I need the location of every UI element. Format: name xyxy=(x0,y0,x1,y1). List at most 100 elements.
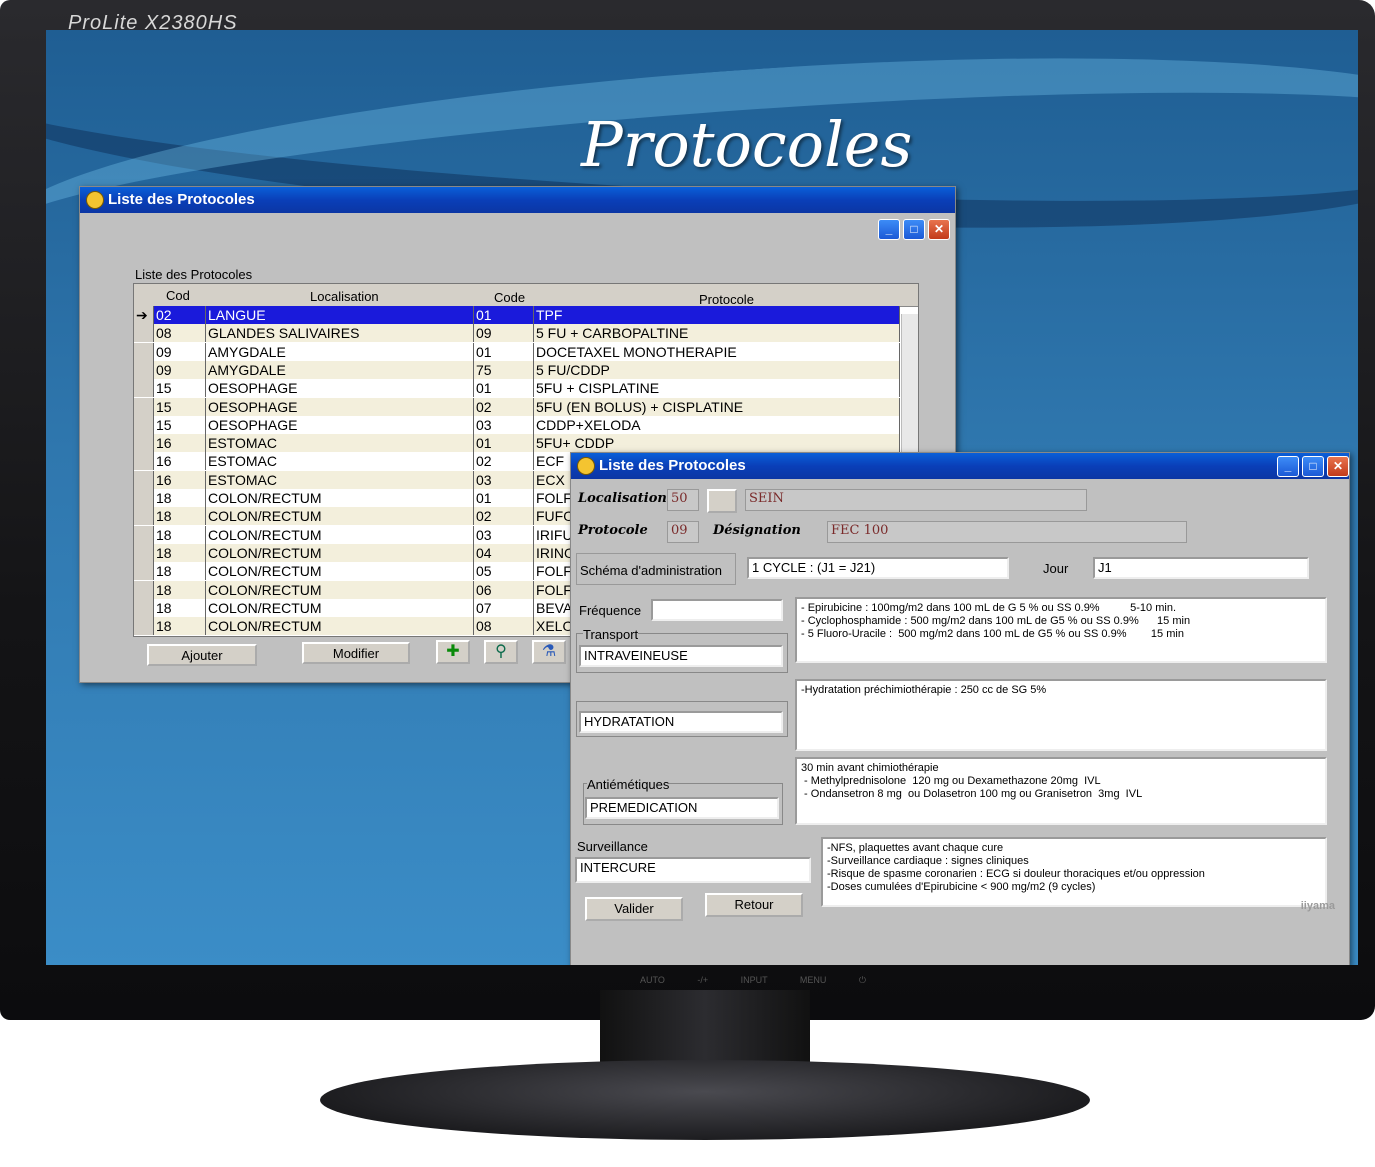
table-cell-code: 15 xyxy=(154,379,206,398)
drugs-memo[interactable]: - Epirubicine : 100mg/m2 dans 100 mL de … xyxy=(795,597,1327,663)
row-indicator xyxy=(134,507,154,526)
table-cell-protocole: 5FU+ CDDP xyxy=(534,434,900,453)
jour-input[interactable]: J1 xyxy=(1093,557,1309,579)
maximize-button[interactable]: □ xyxy=(1302,456,1324,477)
row-indicator-icon: ➔ xyxy=(134,306,154,324)
monitor-stand xyxy=(320,1060,1090,1140)
surveillance-input[interactable]: INTERCURE xyxy=(575,857,811,883)
table-cell-protocole: CDDP+XELODA xyxy=(534,415,900,434)
table-cell-code2: 07 xyxy=(474,598,534,617)
detail-window-titlebar[interactable]: Liste des Protocoles _ □ ✕ xyxy=(571,453,1349,479)
table-cell-code2: 01 xyxy=(474,434,534,453)
table-cell-code: 18 xyxy=(154,543,206,562)
table-cell-code: 15 xyxy=(154,397,206,416)
table-cell-code2: 06 xyxy=(474,580,534,599)
close-button[interactable]: ✕ xyxy=(928,219,950,240)
table-cell-localisation: COLON/RECTUM xyxy=(206,525,474,544)
back-button[interactable]: Retour xyxy=(705,893,803,917)
row-indicator xyxy=(134,489,154,507)
add-button[interactable]: Ajouter xyxy=(147,644,257,666)
validate-button[interactable]: Valider xyxy=(585,897,683,921)
table-cell-localisation: COLON/RECTUM xyxy=(206,580,474,599)
table-cell-code: 09 xyxy=(154,342,206,361)
protocole-label: Protocole xyxy=(578,523,648,538)
monitor-vendor: iiyama xyxy=(1300,900,1335,912)
table-cell-code2: 03 xyxy=(474,525,534,544)
maximize-button[interactable]: □ xyxy=(903,219,925,240)
table-cell-code: 08 xyxy=(154,324,206,343)
table-cell-code2: 75 xyxy=(474,360,534,379)
table-row[interactable]: 15 OESOPHAGE 01 5FU + CISPLATINE xyxy=(134,379,900,398)
table-row[interactable]: 09 AMYGDALE 75 5 FU/CDDP xyxy=(134,360,900,379)
table-cell-code: 18 xyxy=(154,617,206,636)
schema-input[interactable]: 1 CYCLE : (J1 = J21) xyxy=(747,557,1009,579)
table-cell-code: 16 xyxy=(154,452,206,471)
minimize-button[interactable]: _ xyxy=(1277,456,1299,477)
list-window-titlebar[interactable]: Liste des Protocoles xyxy=(80,187,955,213)
table-cell-localisation: ESTOMAC xyxy=(206,452,474,471)
table-cell-localisation: COLON/RECTUM xyxy=(206,598,474,617)
row-indicator xyxy=(134,598,154,617)
table-cell-code2: 08 xyxy=(474,617,534,636)
list-group-label: Liste des Protocoles xyxy=(135,267,253,282)
table-row[interactable]: ➔ 02 LANGUE 01 TPF xyxy=(134,306,900,324)
minimize-button[interactable]: _ xyxy=(878,219,900,240)
jour-label: Jour xyxy=(1043,561,1069,576)
table-row[interactable]: 15 OESOPHAGE 02 5FU (EN BOLUS) + CISPLATINE xyxy=(134,397,900,416)
table-row[interactable]: 09 AMYGDALE 01 DOCETAXEL MONOTHERAPIE xyxy=(134,342,900,361)
table-cell-code: 15 xyxy=(154,415,206,434)
table-row[interactable]: 08 GLANDES SALIVAIRES 09 5 FU + CARBOPALTIN… xyxy=(134,324,900,343)
table-cell-localisation: COLON/RECTUM xyxy=(206,562,474,581)
frequence-input[interactable] xyxy=(651,599,783,621)
antiemetiques-label: Antiémétiques xyxy=(587,777,670,792)
surveillance-memo[interactable]: -NFS, plaquettes avant chaque cure -Surv… xyxy=(821,837,1327,907)
row-indicator xyxy=(134,562,154,581)
transport-input[interactable]: INTRAVEINEUSE xyxy=(579,645,783,667)
screen-title: Protocoles xyxy=(581,108,913,181)
row-indicator xyxy=(134,617,154,636)
column-header-code2[interactable]: Code xyxy=(494,290,525,305)
table-cell-localisation: AMYGDALE xyxy=(206,360,474,379)
add-icon[interactable]: ✚ xyxy=(436,640,470,664)
monitor-controls[interactable]: AUTO -/+ INPUT MENU ⏻ xyxy=(640,975,866,986)
flask-icon[interactable]: ⚗ xyxy=(532,640,566,664)
column-header-protocole[interactable]: Protocole xyxy=(699,292,754,307)
row-indicator xyxy=(134,452,154,471)
antiemetiques-input[interactable]: PREMEDICATION xyxy=(585,797,779,819)
table-row[interactable]: 16 ESTOMAC 01 5FU+ CDDP xyxy=(134,434,900,453)
column-header-code[interactable]: Cod xyxy=(166,288,190,303)
monitor-bezel: ProLite X2380HS Protocoles Liste des Pro… xyxy=(0,0,1375,1020)
table-cell-code2: 04 xyxy=(474,543,534,562)
table-cell-protocole: TPF xyxy=(534,306,900,324)
table-cell-localisation: ESTOMAC xyxy=(206,434,474,453)
table-row[interactable]: 15 OESOPHAGE 03 CDDP+XELODA xyxy=(134,415,900,434)
designation-field: FEC 100 xyxy=(827,521,1187,543)
table-cell-code2: 02 xyxy=(474,507,534,526)
column-header-localisation[interactable]: Localisation xyxy=(310,289,379,304)
filter-icon[interactable]: ⚲ xyxy=(484,640,518,664)
table-cell-localisation: COLON/RECTUM xyxy=(206,617,474,636)
localisation-lookup-button[interactable] xyxy=(707,489,737,513)
table-cell-code2: 09 xyxy=(474,324,534,343)
table-cell-protocole: DOCETAXEL MONOTHERAPIE xyxy=(534,342,900,361)
close-button[interactable]: ✕ xyxy=(1327,456,1349,477)
premedication-memo[interactable]: 30 min avant chimiothérapie - Methylpred… xyxy=(795,757,1327,825)
hydratation-memo[interactable]: -Hydratation préchimiothérapie : 250 cc … xyxy=(795,679,1327,751)
protocole-code: 09 xyxy=(667,521,699,543)
surveillance-label: Surveillance xyxy=(577,839,648,854)
row-indicator xyxy=(134,434,154,453)
modify-button[interactable]: Modifier xyxy=(302,642,410,664)
table-cell-code2: 01 xyxy=(474,306,534,324)
table-cell-localisation: ESTOMAC xyxy=(206,470,474,489)
table-cell-code: 16 xyxy=(154,434,206,453)
table-cell-protocole: 5 FU/CDDP xyxy=(534,360,900,379)
row-indicator xyxy=(134,324,154,343)
table-cell-code2: 02 xyxy=(474,397,534,416)
hydratation-input[interactable]: HYDRATATION xyxy=(579,711,783,733)
table-cell-code2: 05 xyxy=(474,562,534,581)
row-indicator xyxy=(134,397,154,416)
table-cell-code: 02 xyxy=(154,306,206,324)
table-cell-code: 18 xyxy=(154,598,206,617)
table-cell-protocole: 5 FU + CARBOPALTINE xyxy=(534,324,900,343)
table-cell-code: 18 xyxy=(154,580,206,599)
